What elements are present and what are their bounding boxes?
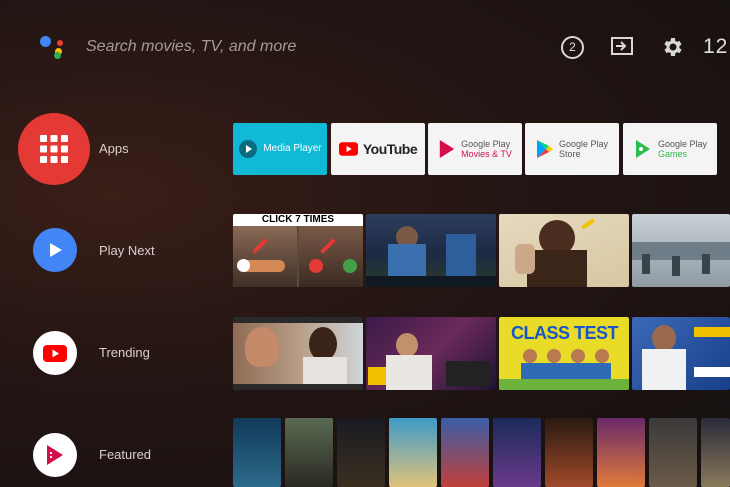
trending-video-2[interactable] <box>366 317 496 390</box>
play-store-icon <box>536 140 553 158</box>
featured-poster-10[interactable] <box>701 418 730 487</box>
featured-poster-6[interactable] <box>493 418 541 487</box>
video-caption: CLICK 7 TIMES <box>233 214 363 226</box>
play-next-video-4[interactable] <box>632 214 730 287</box>
play-next-video-2[interactable] <box>366 214 496 287</box>
app-tile-youtube[interactable]: YouTube <box>331 123 425 175</box>
play-next-row-icon[interactable] <box>33 228 77 272</box>
row-label-apps: Apps <box>99 141 129 156</box>
app-label: Media Player <box>263 143 322 154</box>
notification-badge[interactable]: 2 <box>561 36 584 59</box>
app-tile-media-player[interactable]: Media Player <box>233 123 327 175</box>
play-next-video-3[interactable] <box>499 214 629 287</box>
youtube-icon <box>338 142 358 156</box>
gear-icon[interactable] <box>661 35 685 59</box>
search-input[interactable]: Search movies, TV, and more <box>86 38 296 56</box>
trending-video-1[interactable] <box>233 317 363 390</box>
app-tile-play-store[interactable]: Google Play Store <box>525 123 619 175</box>
featured-poster-7[interactable] <box>545 418 593 487</box>
video-caption: CLASS TEST <box>511 323 619 343</box>
apps-grid-icon <box>40 135 68 163</box>
row-label-featured: Featured <box>99 447 152 462</box>
row-label-trending: Trending <box>99 345 150 360</box>
app-label-sub: Store <box>558 149 581 159</box>
app-label: Google Play <box>461 139 511 149</box>
app-tile-play-games[interactable]: Google Play Games <box>623 123 717 175</box>
trending-row-icon[interactable] <box>33 331 77 375</box>
play-games-icon <box>635 140 650 158</box>
featured-poster-9[interactable] <box>649 418 697 487</box>
media-player-icon <box>239 140 258 158</box>
clock: 12: <box>703 35 730 58</box>
app-label-sub: Movies & TV <box>461 149 512 159</box>
trending-video-3[interactable]: CLASS TEST <box>499 317 629 390</box>
youtube-icon <box>43 344 67 362</box>
featured-poster-4[interactable] <box>389 418 437 487</box>
app-label-sub: Games <box>657 149 687 159</box>
app-label: Google Play <box>657 139 708 149</box>
featured-poster-3[interactable] <box>337 418 385 487</box>
trending-video-4[interactable] <box>632 317 730 390</box>
app-label: YouTube <box>362 141 418 157</box>
row-label-play-next: Play Next <box>99 243 155 258</box>
google-assistant-icon[interactable] <box>38 34 68 60</box>
play-movies-icon <box>47 445 63 465</box>
featured-poster-1[interactable] <box>233 418 281 487</box>
featured-row-icon[interactable] <box>33 433 77 477</box>
play-icon <box>50 243 62 257</box>
apps-row-icon[interactable] <box>18 113 90 185</box>
app-tile-play-movies[interactable]: Google Play Movies & TV <box>428 123 522 175</box>
app-label: Google Play <box>558 139 609 149</box>
play-next-video-1[interactable]: CLICK 7 TIMES <box>233 214 363 287</box>
input-source-icon[interactable] <box>611 37 633 55</box>
play-movies-icon <box>439 140 455 158</box>
featured-poster-8[interactable] <box>597 418 645 487</box>
featured-poster-5[interactable] <box>441 418 489 487</box>
featured-poster-2[interactable] <box>285 418 333 487</box>
